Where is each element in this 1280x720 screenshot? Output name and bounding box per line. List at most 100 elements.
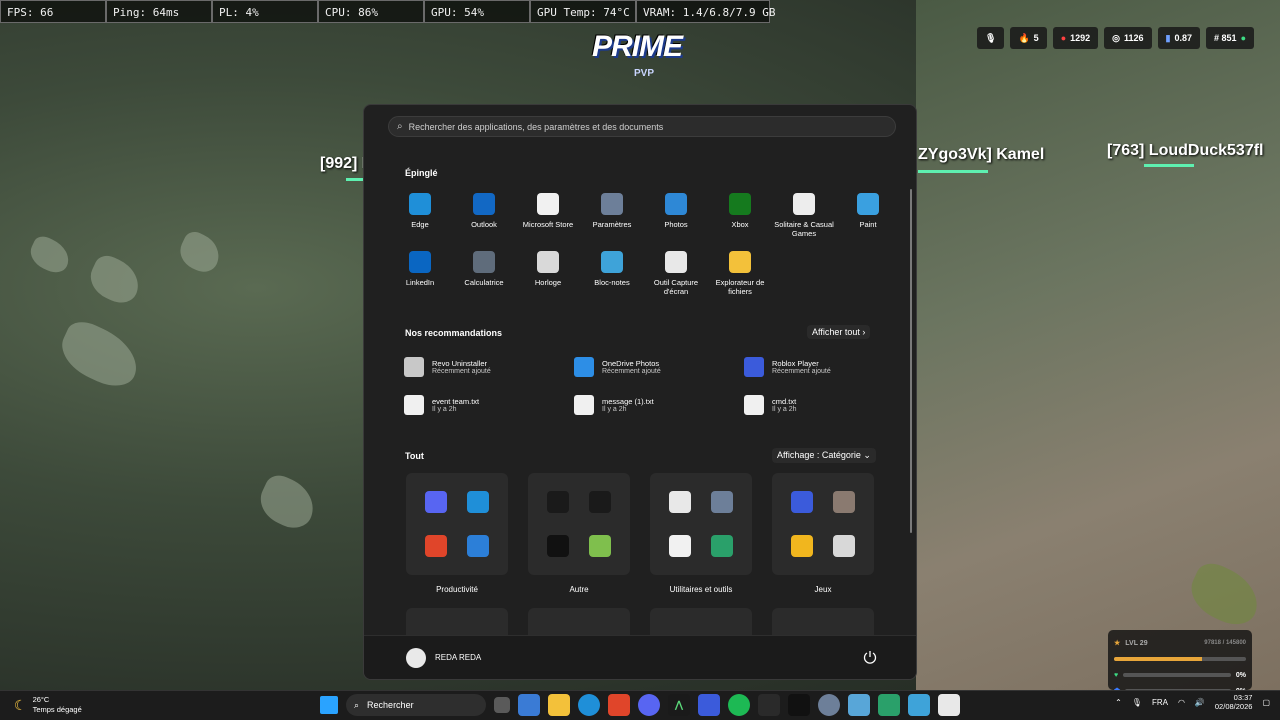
app-category[interactable]: Productivité: [406, 473, 508, 594]
chevron-up-icon[interactable]: ⌃: [1115, 698, 1122, 707]
pinned-app[interactable]: Calculatrice: [452, 251, 516, 305]
pinned-app-label: Paramètres: [592, 220, 632, 229]
pinned-app[interactable]: Paint: [836, 193, 900, 247]
pinned-app[interactable]: Outlook: [452, 193, 516, 247]
notification-icon[interactable]: ▢: [1262, 698, 1270, 707]
app-icon[interactable]: [711, 491, 733, 513]
game-launcher-icon[interactable]: [788, 694, 810, 716]
category-tile[interactable]: [772, 473, 874, 575]
recommendation-item[interactable]: cmd.txt Il y a 2h: [744, 393, 914, 417]
category-tile[interactable]: [650, 608, 752, 638]
clock[interactable]: 03:37 02/08/2026: [1215, 693, 1253, 711]
recommendation-subtitle: Il y a 2h: [602, 406, 627, 413]
wifi-icon[interactable]: ◠: [1178, 698, 1185, 707]
app-category[interactable]: Jeux: [772, 473, 874, 594]
app-icon[interactable]: [711, 535, 733, 557]
folder-icon[interactable]: [548, 694, 570, 716]
app-icon[interactable]: [467, 535, 489, 557]
monitor-icon[interactable]: [848, 694, 870, 716]
recommendation-item[interactable]: Roblox Player Récemment ajouté: [744, 355, 914, 379]
notepad-icon[interactable]: [908, 694, 930, 716]
app-category[interactable]: Autre: [528, 473, 630, 594]
pinned-app[interactable]: Paramètres: [580, 193, 644, 247]
leaf: [53, 315, 147, 395]
heart-icon: ♥: [1114, 671, 1119, 679]
start-scrollbar[interactable]: [910, 189, 912, 533]
copilot-icon[interactable]: [518, 694, 540, 716]
taskbar-search[interactable]: ⌕ Rechercher: [346, 694, 486, 716]
power-icon[interactable]: [862, 649, 878, 665]
start-search-input[interactable]: [408, 121, 869, 132]
weather-widget[interactable]: ☾ 26°C Temps dégagé: [14, 695, 82, 715]
roblox-icon[interactable]: [698, 694, 720, 716]
app-icon[interactable]: ⋀: [668, 694, 690, 716]
app-icon[interactable]: [791, 535, 813, 557]
category-tile[interactable]: [772, 608, 874, 638]
pinned-app[interactable]: Solitaire & Casual Games: [772, 193, 836, 247]
message-icon[interactable]: [878, 694, 900, 716]
recommendations-title: Nos recommandations: [405, 328, 503, 338]
discord-icon[interactable]: [638, 694, 660, 716]
app-icon[interactable]: [425, 491, 447, 513]
pinned-title: Épinglé: [405, 168, 438, 178]
outlook-icon: [473, 193, 495, 215]
user-name[interactable]: REDA REDA: [435, 653, 481, 662]
recommendation-item[interactable]: event team.txt Il y a 2h: [404, 393, 574, 417]
app-icon[interactable]: [467, 491, 489, 513]
app-icon[interactable]: [791, 491, 813, 513]
pinned-app[interactable]: Explorateur de fichiers: [708, 251, 772, 305]
app-icon[interactable]: [669, 535, 691, 557]
app-icon[interactable]: [547, 491, 569, 513]
pinned-app[interactable]: Xbox: [708, 193, 772, 247]
spotify-icon[interactable]: [728, 694, 750, 716]
app-icon[interactable]: [833, 491, 855, 513]
pinned-app[interactable]: Horloge: [516, 251, 580, 305]
language-indicator[interactable]: FRA: [1152, 698, 1168, 707]
server-logo: PRIME PVP: [592, 30, 688, 84]
photos-icon: [665, 193, 687, 215]
edge-icon[interactable]: [578, 694, 600, 716]
recommendation-item[interactable]: message (1).txt Il y a 2h: [574, 393, 744, 417]
pinned-app[interactable]: Microsoft Store: [516, 193, 580, 247]
chart-icon: ▮: [1165, 32, 1171, 43]
settings-app-icon[interactable]: [818, 694, 840, 716]
app-icon[interactable]: [547, 535, 569, 557]
category-tile[interactable]: [528, 608, 630, 638]
app-icon[interactable]: [669, 491, 691, 513]
app-icon[interactable]: [589, 491, 611, 513]
snip-icon[interactable]: [938, 694, 960, 716]
recommendation-subtitle: Récemment ajouté: [602, 368, 661, 375]
category-tile[interactable]: [406, 608, 508, 638]
epic-icon[interactable]: [758, 694, 780, 716]
avatar[interactable]: [406, 647, 426, 668]
category-tile[interactable]: [528, 473, 630, 575]
pinned-app[interactable]: Bloc-notes: [580, 251, 644, 305]
app-category[interactable]: Utilitaires et outils: [650, 473, 752, 594]
pinned-app[interactable]: LinkedIn: [388, 251, 452, 305]
category-tile[interactable]: [650, 473, 752, 575]
recommendations-list: Revo Uninstaller Récemment ajouté OneDrive…: [404, 355, 884, 417]
show-all-button[interactable]: Afficher tout ›: [807, 325, 871, 339]
view-mode-dropdown[interactable]: Affichage : Catégorie ⌄: [772, 448, 876, 463]
logo-title: PRIME: [592, 30, 683, 63]
app-icon[interactable]: [589, 535, 611, 557]
health-bar: [1123, 673, 1231, 677]
brave-icon[interactable]: [608, 694, 630, 716]
recommendation-item[interactable]: OneDrive Photos Récemment ajouté: [574, 355, 744, 379]
pinned-app-label: Explorateur de fichiers: [715, 278, 765, 296]
pinned-app[interactable]: Photos: [644, 193, 708, 247]
xp-fill: [1114, 657, 1203, 661]
category-tile[interactable]: [406, 473, 508, 575]
app-icon[interactable]: [425, 535, 447, 557]
search-icon: ⌕: [397, 121, 403, 132]
recommendation-item[interactable]: Revo Uninstaller Récemment ajouté: [404, 355, 574, 379]
app-icon[interactable]: [833, 535, 855, 557]
pinned-app[interactable]: Edge: [388, 193, 452, 247]
windows-start-icon[interactable]: [320, 696, 338, 714]
speaker-icon[interactable]: 🔊: [1195, 698, 1205, 707]
task-view-icon[interactable]: [494, 697, 510, 713]
microphone-icon[interactable]: 🎙: [1132, 698, 1142, 707]
start-search[interactable]: ⌕: [388, 116, 896, 137]
pinned-app[interactable]: Outil Capture d'écran: [644, 251, 708, 305]
clock-icon: [537, 251, 559, 273]
